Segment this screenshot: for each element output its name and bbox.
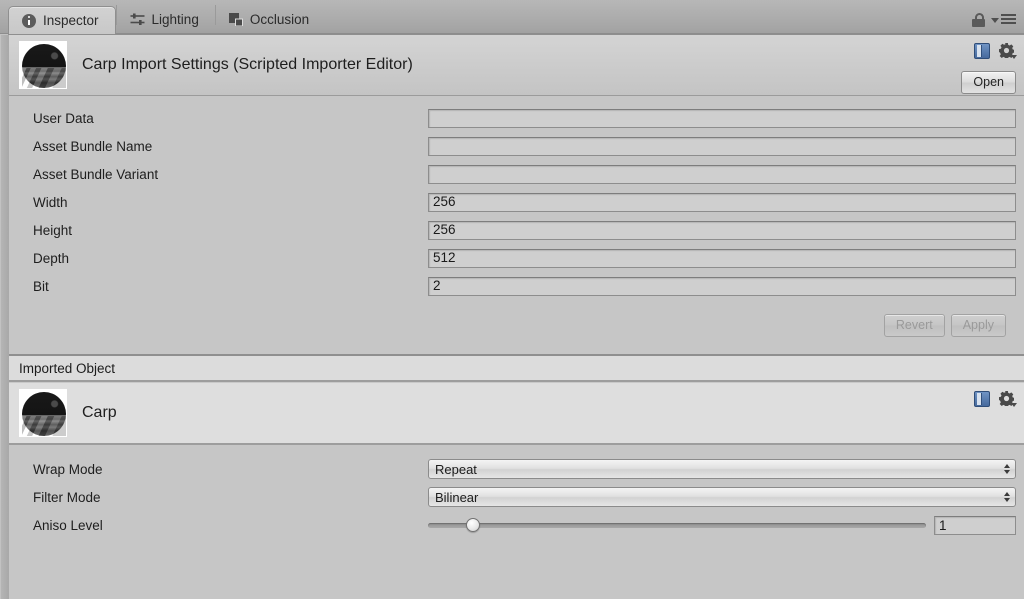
tab-lighting[interactable]: Lighting: [117, 5, 215, 33]
property-row-user-data: User Data: [33, 104, 1016, 132]
chevron-updown-icon: [1004, 492, 1010, 502]
page-title: Carp Import Settings (Scripted Importer …: [82, 56, 413, 73]
revert-button[interactable]: Revert: [883, 314, 945, 337]
dropdown-filter-mode-value: Bilinear: [435, 489, 479, 505]
property-row-wrap-mode: Wrap Mode Repeat: [33, 455, 1016, 483]
input-user-data[interactable]: [428, 108, 1016, 128]
texture-settings: Wrap Mode Repeat Filter Mode Bilinear An…: [9, 445, 1024, 539]
input-aniso-level[interactable]: 1: [934, 515, 1016, 535]
tab-inspector[interactable]: Inspector: [8, 6, 116, 34]
tab-inspector-label: Inspector: [43, 13, 99, 28]
label-aniso-level: Aniso Level: [33, 517, 103, 533]
input-depth[interactable]: 512: [428, 248, 1016, 268]
importer-action-buttons: Revert Apply: [33, 300, 1016, 337]
label-bit: Bit: [33, 278, 49, 294]
open-button[interactable]: Open: [961, 71, 1016, 94]
label-wrap-mode: Wrap Mode: [33, 461, 103, 477]
help-book-icon[interactable]: [974, 391, 990, 407]
property-row-depth: Depth 512: [33, 244, 1016, 272]
property-row-asset-bundle-name: Asset Bundle Name: [33, 132, 1016, 160]
importer-properties: User Data Asset Bundle Name Asset Bundle…: [9, 96, 1024, 337]
gear-icon[interactable]: [999, 43, 1017, 59]
input-asset-bundle-variant[interactable]: [428, 164, 1016, 184]
dropdown-wrap-mode[interactable]: Repeat: [428, 459, 1016, 479]
property-row-height: Height 256: [33, 216, 1016, 244]
gear-icon[interactable]: [999, 391, 1017, 407]
texture-preview-thumbnail[interactable]: [19, 41, 67, 89]
open-button-row: Open: [961, 71, 1016, 94]
label-asset-bundle-name: Asset Bundle Name: [33, 138, 153, 154]
input-width[interactable]: 256: [428, 192, 1016, 212]
imported-object-section-header: Imported Object: [9, 356, 1024, 382]
chevron-updown-icon: [1004, 464, 1010, 474]
slider-handle[interactable]: [465, 518, 480, 532]
input-height[interactable]: 256: [428, 220, 1016, 240]
imported-object-label: Imported Object: [19, 360, 116, 376]
label-depth: Depth: [33, 250, 70, 266]
slider-track: [428, 523, 926, 528]
importer-header: Carp Import Settings (Scripted Importer …: [9, 35, 1024, 96]
dropdown-filter-mode[interactable]: Bilinear: [428, 487, 1016, 507]
inspector-panel: Carp Import Settings (Scripted Importer …: [1, 34, 1024, 599]
inspector-tab-bar: Inspector Lighting Occlusion: [0, 0, 1024, 34]
label-width: Width: [33, 194, 68, 210]
info-icon: [22, 13, 36, 28]
sliders-icon: [130, 13, 145, 26]
property-row-asset-bundle-variant: Asset Bundle Variant: [33, 160, 1016, 188]
dropdown-wrap-mode-value: Repeat: [435, 461, 477, 477]
property-row-width: Width 256: [33, 188, 1016, 216]
tab-occlusion-label: Occlusion: [249, 11, 310, 27]
importer-header-icons: [974, 43, 1017, 59]
imported-header-icons: [974, 391, 1017, 407]
tab-bar-controls: [972, 13, 1024, 33]
aniso-level-slider[interactable]: [428, 517, 926, 533]
imported-object-panel: Carp Wrap Mode Repeat Filter Mode Biline…: [9, 382, 1024, 539]
input-bit[interactable]: 2: [428, 276, 1016, 296]
input-asset-bundle-name[interactable]: [428, 136, 1016, 156]
label-height: Height: [33, 222, 73, 238]
apply-button[interactable]: Apply: [950, 314, 1006, 337]
hamburger-menu-icon[interactable]: [991, 14, 1016, 26]
lock-icon[interactable]: [972, 13, 985, 27]
layers-icon: [228, 12, 243, 26]
property-row-aniso-level: Aniso Level 1: [33, 511, 1016, 539]
tab-lighting-label: Lighting: [151, 11, 199, 27]
imported-object-title: Carp: [82, 404, 117, 421]
label-asset-bundle-variant: Asset Bundle Variant: [33, 166, 159, 182]
label-user-data: User Data: [33, 110, 94, 126]
property-row-bit: Bit 2: [33, 272, 1016, 300]
aniso-level-control: 1: [428, 515, 1016, 535]
property-row-filter-mode: Filter Mode Bilinear: [33, 483, 1016, 511]
tab-occlusion[interactable]: Occlusion: [216, 5, 325, 33]
help-book-icon[interactable]: [974, 43, 990, 59]
imported-object-header: Carp: [9, 383, 1024, 445]
label-filter-mode: Filter Mode: [33, 489, 101, 505]
texture-preview-thumbnail[interactable]: [19, 389, 67, 437]
